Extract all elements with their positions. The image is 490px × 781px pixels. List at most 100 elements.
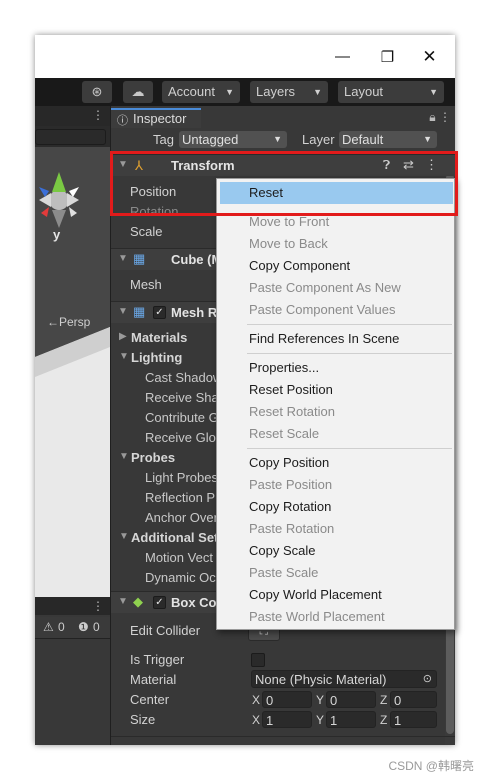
maximize-icon[interactable]: ❐: [365, 35, 410, 78]
warning-icon[interactable]: ⚠: [43, 620, 54, 634]
size-z-field[interactable]: 1: [390, 711, 437, 728]
chevron-down-icon: ▼: [429, 87, 438, 97]
size-y-field[interactable]: 1: [326, 711, 376, 728]
center-x-field[interactable]: 0: [262, 691, 312, 708]
probes-label[interactable]: Probes: [131, 450, 175, 465]
layers-dropdown[interactable]: Layers ▼: [250, 81, 328, 103]
menu-item-copy-world-placement[interactable]: Copy World Placement: [217, 584, 454, 606]
menu-separator: [247, 353, 452, 354]
menu-item-move-to-back[interactable]: Move to Back: [217, 233, 454, 255]
layers-label: Layers: [256, 84, 296, 99]
menu-item-paste-component-values[interactable]: Paste Component Values: [217, 299, 454, 321]
kebab-menu-icon[interactable]: ⋮: [425, 157, 438, 173]
size-z-label: Z: [380, 713, 388, 727]
layout-dropdown[interactable]: Layout ▼: [338, 81, 444, 103]
menu-item-properties[interactable]: Properties...: [217, 357, 454, 379]
center-z-field[interactable]: 0: [390, 691, 437, 708]
presets-icon[interactable]: ⇄: [403, 157, 414, 173]
menu-item-copy-position[interactable]: Copy Position: [217, 452, 454, 474]
lighting-label[interactable]: Lighting: [131, 350, 182, 365]
collapse-triangle-icon[interactable]: ▼: [118, 596, 128, 607]
menu-item-paste-rotation[interactable]: Paste Rotation: [217, 518, 454, 540]
center-x-value: 0: [266, 693, 274, 708]
warning-count: 0: [58, 620, 65, 634]
menu-item-copy-component[interactable]: Copy Component: [217, 255, 454, 277]
chevron-down-icon: ▼: [273, 134, 282, 144]
material-object-field[interactable]: None (Physic Material) ⊙: [251, 670, 437, 688]
mesh-renderer-title: Mesh R: [171, 305, 218, 320]
menu-item-reset-rotation[interactable]: Reset Rotation: [217, 401, 454, 423]
menu-item-find-references[interactable]: Find References In Scene: [217, 328, 454, 350]
kebab-menu-icon[interactable]: ⋮: [92, 599, 104, 613]
persp-label[interactable]: ←Persp: [47, 315, 90, 329]
transform-title: Transform: [171, 158, 235, 173]
menu-item-reset-position[interactable]: Reset Position: [217, 379, 454, 401]
scene-tab-bar: ⋮: [35, 106, 110, 126]
menu-item-paste-position[interactable]: Paste Position: [217, 474, 454, 496]
rotation-label: Rotation: [130, 204, 179, 219]
scene-gizmo[interactable]: [35, 147, 110, 597]
menu-item-copy-scale[interactable]: Copy Scale: [217, 540, 454, 562]
cloud-icon[interactable]: ☁: [123, 81, 153, 103]
box-collider-title: Box Col: [171, 595, 221, 610]
component-context-menu: Reset Move to Front Move to Back Copy Co…: [216, 178, 455, 630]
scene-view[interactable]: y ←Persp: [35, 147, 110, 597]
layer-value: Default: [342, 132, 384, 147]
is-trigger-label: Is Trigger: [130, 652, 185, 667]
cast-shadows-label: Cast Shadow: [145, 370, 223, 385]
gizmo-y-label: y: [53, 227, 61, 242]
minimize-icon[interactable]: —: [320, 35, 365, 78]
transform-icon: ⅄: [135, 158, 143, 173]
mesh-label: Mesh: [130, 277, 162, 292]
help-icon[interactable]: ❓︎: [383, 158, 390, 173]
collapse-triangle-icon[interactable]: ▼: [119, 351, 129, 362]
info-icon[interactable]: ❶: [78, 620, 89, 634]
tag-layer-row: Tag Untagged ▼ Layer Default ▼: [111, 128, 455, 152]
chevron-down-icon: ▼: [423, 134, 432, 144]
transform-header[interactable]: ▼ ⅄ Transform ❓︎ ⇄ ⋮: [111, 154, 455, 176]
center-y-value: 0: [330, 693, 338, 708]
materials-label[interactable]: Materials: [131, 330, 187, 345]
tag-dropdown[interactable]: Untagged ▼: [179, 131, 287, 148]
menu-item-paste-scale[interactable]: Paste Scale: [217, 562, 454, 584]
close-icon[interactable]: ✕: [407, 35, 452, 78]
expand-triangle-icon[interactable]: ▶: [119, 331, 127, 342]
collapse-triangle-icon[interactable]: ▼: [118, 253, 128, 264]
is-trigger-checkbox[interactable]: [251, 653, 265, 667]
hierarchy-search-input[interactable]: [35, 129, 106, 145]
mesh-filter-title: Cube (M: [171, 252, 223, 267]
object-picker-icon[interactable]: ⊙: [423, 671, 432, 688]
center-y-field[interactable]: 0: [326, 691, 376, 708]
collapse-triangle-icon[interactable]: ▼: [118, 306, 128, 317]
additional-settings-label[interactable]: Additional Set: [131, 530, 218, 545]
mesh-renderer-enabled-checkbox[interactable]: ✓: [153, 306, 166, 319]
box-collider-enabled-checkbox[interactable]: ✓: [153, 596, 166, 609]
light-probes-label: Light Probes: [145, 470, 218, 485]
material-label: Material: [130, 672, 177, 687]
kebab-menu-icon[interactable]: ⋮: [92, 108, 104, 122]
tab-inspector[interactable]: ⓘ Inspector: [111, 108, 201, 128]
menu-item-reset[interactable]: Reset: [220, 182, 453, 204]
menu-item-reset-scale[interactable]: Reset Scale: [217, 423, 454, 445]
menu-item-paste-world-placement[interactable]: Paste World Placement: [217, 606, 454, 628]
size-x-field[interactable]: 1: [262, 711, 312, 728]
center-x-label: X: [252, 693, 261, 707]
menu-item-copy-rotation[interactable]: Copy Rotation: [217, 496, 454, 518]
menu-item-paste-component-as-new[interactable]: Paste Component As New: [217, 277, 454, 299]
layer-label: Layer: [302, 132, 335, 147]
reflection-probes-label: Reflection P: [145, 490, 216, 505]
mesh-renderer-icon: ▦: [133, 304, 146, 319]
menu-item-move-to-front[interactable]: Move to Front: [217, 211, 454, 233]
account-dropdown[interactable]: Account ▼: [162, 81, 240, 103]
scale-label: Scale: [130, 224, 163, 239]
size-y-label: Y: [316, 713, 325, 727]
collab-icon[interactable]: ⊛: [82, 81, 112, 103]
collapse-triangle-icon[interactable]: ▼: [119, 451, 129, 462]
menu-separator: [247, 324, 452, 325]
collapse-triangle-icon[interactable]: ▼: [119, 531, 129, 542]
collapse-triangle-icon[interactable]: ▼: [118, 159, 128, 170]
console-counters: ⚠ 0 ❶ 0: [35, 617, 110, 639]
box-collider-icon: ◆: [133, 594, 143, 609]
lock-icon[interactable]: 🔒︎ ⋮: [429, 110, 451, 125]
layer-dropdown[interactable]: Default ▼: [339, 131, 437, 148]
